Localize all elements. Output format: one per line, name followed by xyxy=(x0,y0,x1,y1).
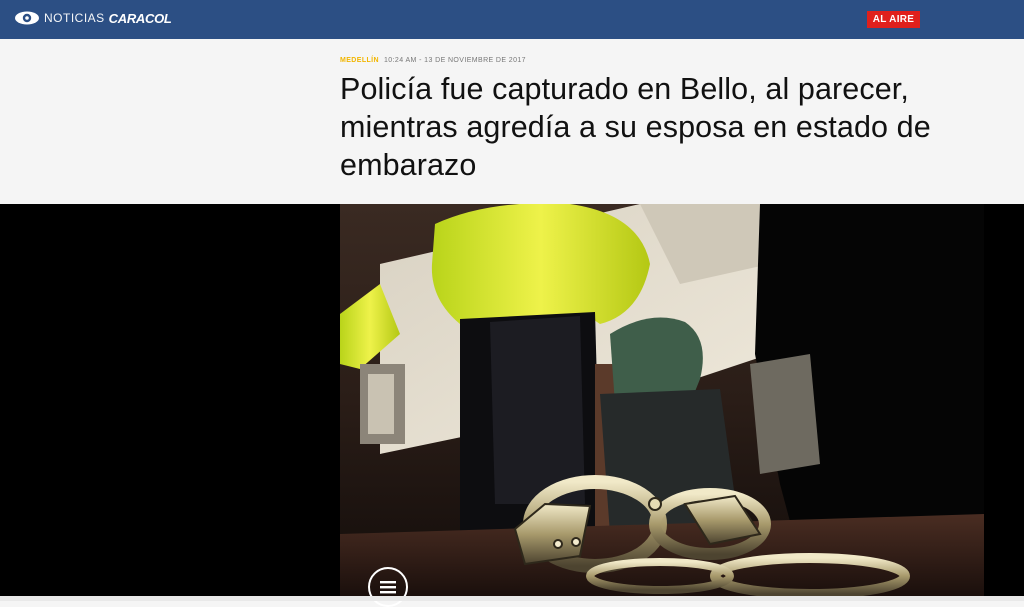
category-label[interactable]: MEDELLÍN xyxy=(340,57,379,64)
top-navigation-bar: NOTICIAS CARACOL AL AIRE xyxy=(0,0,1024,39)
site-logo[interactable]: NOTICIAS CARACOL xyxy=(14,8,172,28)
bottom-strip xyxy=(0,596,1024,601)
menu-list-icon xyxy=(380,581,396,594)
article-media xyxy=(0,204,1024,596)
gallery-menu-button[interactable] xyxy=(368,567,408,607)
logo-brand: CARACOL xyxy=(108,10,172,26)
live-button[interactable]: AL AIRE xyxy=(867,11,920,28)
caracol-eye-icon xyxy=(15,11,39,25)
article-timestamp: 10:24 AM - 13 DE NOVIEMBRE DE 2017 xyxy=(383,57,526,64)
article-meta: MEDELLÍN 10:24 AM - 13 DE NOVIEMBRE DE 2… xyxy=(340,57,526,64)
logo-prefix: NOTICIAS xyxy=(44,11,105,25)
article-headline: Policía fue capturado en Bello, al parec… xyxy=(340,72,931,182)
handcuffs-photo xyxy=(340,204,984,596)
article-photo xyxy=(340,204,984,596)
